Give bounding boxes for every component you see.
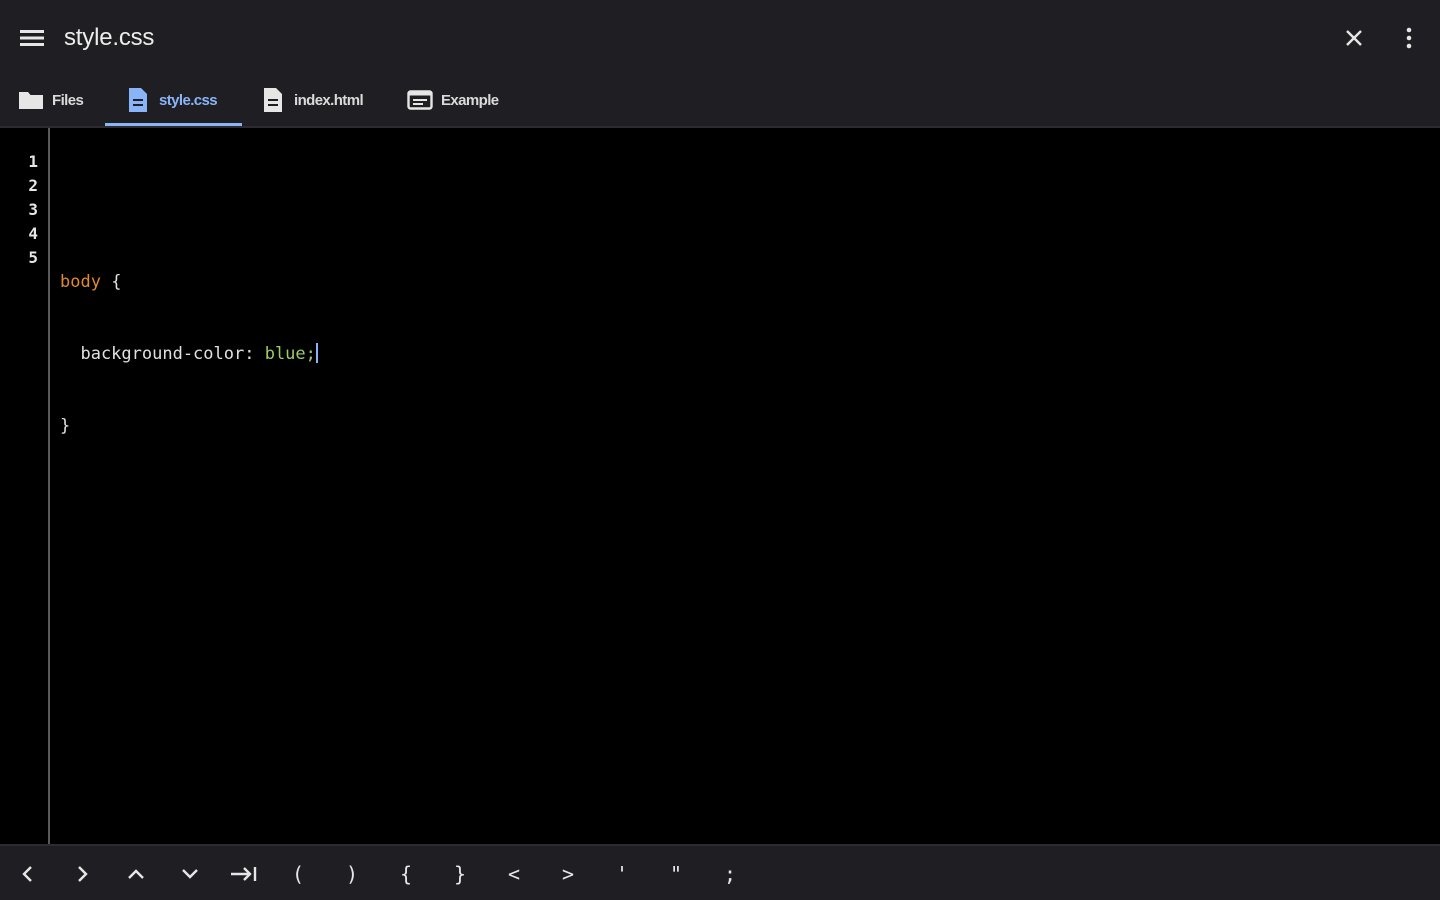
- code-editor[interactable]: 1 2 3 4 5 body { background-color: blue;…: [0, 128, 1440, 844]
- menu-button[interactable]: [14, 20, 50, 56]
- line-number: 4: [28, 224, 38, 243]
- tab-label: Files: [52, 91, 84, 109]
- tab-label: style.css: [159, 91, 218, 109]
- symbol-key[interactable]: }: [435, 852, 485, 896]
- css-brace: }: [60, 416, 71, 436]
- code-editor-app: style.css Files style.css index.html Exa…: [0, 0, 1440, 900]
- tab-key-button[interactable]: [219, 852, 269, 896]
- line-number: 5: [28, 248, 38, 267]
- symbol-key[interactable]: <: [489, 852, 539, 896]
- line-number: 3: [28, 200, 38, 219]
- cursor-up-button[interactable]: [111, 852, 161, 896]
- symbol-key[interactable]: (: [273, 852, 323, 896]
- symbol-key[interactable]: ': [597, 852, 647, 896]
- symbol-key[interactable]: ": [651, 852, 701, 896]
- chevron-right-icon: [78, 866, 88, 882]
- line-number: 2: [28, 176, 38, 195]
- preview-icon: [407, 87, 433, 113]
- file-icon: [125, 87, 151, 113]
- code-content[interactable]: body { background-color: blue; }: [60, 150, 318, 558]
- more-vert-icon: [1406, 27, 1412, 49]
- tab-label: index.html: [294, 91, 364, 109]
- css-brace: {: [100, 272, 122, 292]
- symbol-key[interactable]: {: [381, 852, 431, 896]
- symbol-key[interactable]: ): [327, 852, 377, 896]
- symbol-key[interactable]: ;: [705, 852, 755, 896]
- tab-files[interactable]: Files: [18, 74, 94, 126]
- app-header: style.css Files style.css index.html Exa…: [0, 0, 1440, 128]
- css-value: blue;: [264, 344, 316, 364]
- text-cursor: [315, 343, 318, 363]
- cursor-right-button[interactable]: [57, 852, 107, 896]
- chevron-left-icon: [22, 866, 32, 882]
- chevron-down-icon: [182, 869, 198, 879]
- symbol-key[interactable]: >: [543, 852, 593, 896]
- hamburger-menu-icon: [20, 30, 44, 46]
- css-property: background-color:: [60, 344, 265, 364]
- symbol-key-bar: ( ) { } < > ' " ;: [0, 844, 1440, 900]
- more-options-button[interactable]: [1392, 20, 1426, 56]
- line-number-gutter: 1 2 3 4 5: [0, 128, 50, 844]
- code-line-4: }: [60, 414, 318, 438]
- code-line-2: body {: [60, 270, 318, 294]
- line-number: 1: [28, 152, 38, 171]
- cursor-left-button[interactable]: [3, 852, 53, 896]
- close-button[interactable]: [1336, 20, 1372, 56]
- close-icon: [1346, 30, 1362, 46]
- page-title: style.css: [64, 24, 155, 51]
- chevron-up-icon: [128, 869, 144, 879]
- folder-icon: [18, 87, 44, 113]
- top-bar: style.css: [0, 0, 1440, 74]
- tab-style-css[interactable]: style.css: [105, 74, 242, 126]
- tab-index-html[interactable]: index.html: [260, 74, 380, 126]
- tab-label: Example: [441, 91, 499, 109]
- tab-icon: [231, 867, 257, 881]
- tab-bar: Files style.css index.html Example: [0, 74, 1440, 128]
- css-selector: body: [60, 272, 101, 292]
- tab-example[interactable]: Example: [407, 74, 517, 126]
- cursor-down-button[interactable]: [165, 852, 215, 896]
- code-line-3: background-color: blue;: [60, 342, 318, 366]
- file-icon: [260, 87, 286, 113]
